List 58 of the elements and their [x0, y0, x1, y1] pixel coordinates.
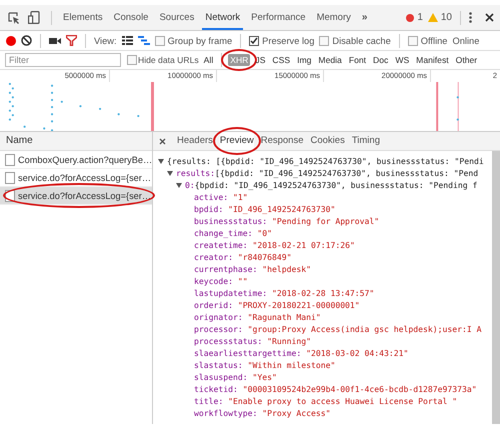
- property-line: change_time: "0": [194, 227, 272, 239]
- detail-tab[interactable]: Response: [260, 132, 304, 150]
- error-count[interactable]: 1: [417, 12, 423, 23]
- filter-type-button[interactable]: WS: [393, 54, 412, 66]
- filter-type-button[interactable]: All: [202, 54, 216, 66]
- checkbox-label[interactable]: Hide data URLs: [138, 55, 199, 65]
- request-name: service.do?forAccessLog={ser…: [18, 190, 152, 200]
- request-name: ComboxQuery.action?queryBe…: [18, 154, 152, 164]
- detail-tab[interactable]: Headers: [177, 132, 213, 150]
- object-summary[interactable]: results:[{bpdid: "ID_496_1492524763730", businessstatus: "Pend: [176, 167, 478, 179]
- checkbox-label[interactable]: Offline: [420, 36, 448, 46]
- property-line: slasuspend: "Yes": [194, 371, 277, 383]
- filter-type-button[interactable]: CSS: [270, 54, 292, 66]
- filter-type-button[interactable]: Img: [295, 54, 314, 66]
- checkbox-label[interactable]: Preserve log: [262, 36, 314, 46]
- filter-type-button[interactable]: Font: [346, 54, 368, 66]
- property-line: createtime: "2018-02-21 07:17:26": [194, 239, 355, 251]
- more-tabs[interactable]: »: [362, 12, 368, 23]
- detail-tab[interactable]: Timing: [352, 132, 380, 150]
- detail-tab[interactable]: Cookies: [310, 132, 345, 150]
- property-line: processor: "group:Proxy Access(india gsc helpdesk);user:I A: [194, 323, 482, 335]
- devtools-tab[interactable]: Network: [202, 5, 244, 30]
- property-line: title: "Enable proxy to access Huawei License Portal ": [194, 395, 458, 407]
- property-line: keycode: "": [194, 275, 248, 287]
- property-line: currentphase: "helpdesk": [194, 263, 311, 275]
- devtools-tab[interactable]: Elements: [60, 5, 106, 30]
- devtools-tab[interactable]: Performance: [248, 5, 309, 30]
- request-name: service.do?forAccessLog={ser…: [18, 172, 152, 182]
- column-header[interactable]: Name: [0, 132, 152, 151]
- property-line: orignator: "Ragunath Mani": [194, 311, 321, 323]
- warning-count[interactable]: 10: [440, 12, 452, 23]
- property-line: slastatus: "Within milestone": [194, 359, 336, 371]
- devtools-tab[interactable]: Memory: [314, 5, 354, 30]
- detail-tab[interactable]: Preview: [220, 132, 254, 150]
- checkbox-label[interactable]: Disable cache: [332, 36, 391, 46]
- property-line: ticketid: "00003109524b2e99b4-00f1-4ce6-bcdb-d1287e97373a": [194, 383, 477, 395]
- object-summary[interactable]: 0:{bpdid: "ID_496_1492524763730", businessstatus: "Pending f: [185, 179, 478, 191]
- property-line: orderid: "PROXY-20180221-00000001": [194, 299, 360, 311]
- devtools-tab[interactable]: Console: [110, 5, 152, 30]
- property-line: slaearliesttargettime: "2018-03-02 04:43:21": [194, 347, 408, 359]
- property-line: workflowtype: "Proxy Access": [194, 407, 330, 419]
- devtools-tab[interactable]: Sources: [156, 5, 198, 30]
- property-line: creator: "r84076849": [194, 251, 292, 263]
- filter-type-button[interactable]: Media: [316, 54, 344, 66]
- filter-type-button[interactable]: Doc: [371, 54, 390, 66]
- property-line: active: "1": [194, 191, 248, 203]
- object-summary[interactable]: {results: [{bpdid: "ID_496_1492524763730", businessstatus: "Pendi: [167, 155, 484, 167]
- property-line: processstatus: "Running": [194, 335, 311, 347]
- request-row[interactable]: ComboxQuery.action?queryBe…: [0, 151, 152, 169]
- checkbox-label[interactable]: Group by frame: [168, 36, 232, 46]
- throttling-select[interactable]: Online: [452, 36, 480, 46]
- property-line: lastupdatetime: "2018-02-28 13:47:57": [194, 287, 374, 299]
- property-line: businessstatus: "Pending for Approval": [194, 215, 380, 227]
- view-label: View:: [94, 36, 117, 46]
- filter-field[interactable]: Filter: [5, 53, 121, 67]
- property-line: bpdid: "ID_496_1492524763730": [194, 203, 336, 215]
- filter-type-button[interactable]: Other: [454, 54, 480, 66]
- filter-type-button[interactable]: Manifest: [414, 54, 451, 66]
